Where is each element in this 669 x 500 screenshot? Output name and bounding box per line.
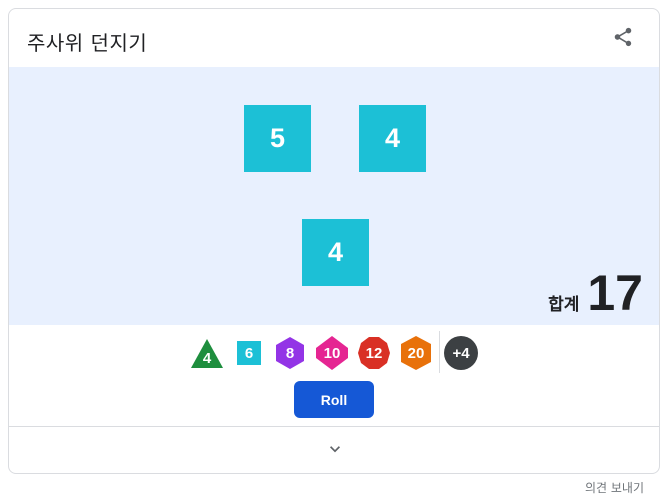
share-button[interactable]	[609, 23, 637, 51]
card-header: 주사위 던지기	[9, 9, 659, 67]
chevron-down-icon	[330, 446, 340, 453]
die-type-d8[interactable]: 8	[272, 333, 308, 373]
die-type-selector: 4 6 8 10 12 20 +4	[9, 333, 659, 377]
die-type-d6[interactable]: 6	[231, 333, 267, 373]
dice-area: 5 4 4 합계 17	[9, 67, 659, 325]
expand-button[interactable]	[325, 439, 345, 459]
feedback-link[interactable]: 의견 보내기	[585, 479, 644, 496]
add-dice-button[interactable]: +4	[443, 333, 479, 373]
roll-button[interactable]: Roll	[294, 381, 374, 418]
die-type-d12[interactable]: 12	[356, 333, 392, 373]
die-result: 4	[359, 105, 426, 172]
die-type-d20[interactable]: 20	[398, 333, 434, 373]
die-type-d10[interactable]: 10	[314, 333, 350, 373]
card-title: 주사위 던지기	[27, 31, 148, 55]
divider	[9, 426, 659, 427]
divider	[439, 331, 440, 373]
die-result: 4	[302, 219, 369, 286]
total-label: 합계	[548, 295, 580, 315]
die-result: 5	[244, 105, 311, 172]
share-icon	[614, 27, 632, 47]
total-value: 17	[587, 265, 643, 321]
die-type-d4[interactable]: 4	[189, 333, 225, 373]
total: 합계 17	[548, 265, 643, 321]
dice-roller-card: 주사위 던지기 5 4 4 합계 17 4 6 8 10 12 20 +4 Ro…	[8, 8, 660, 474]
